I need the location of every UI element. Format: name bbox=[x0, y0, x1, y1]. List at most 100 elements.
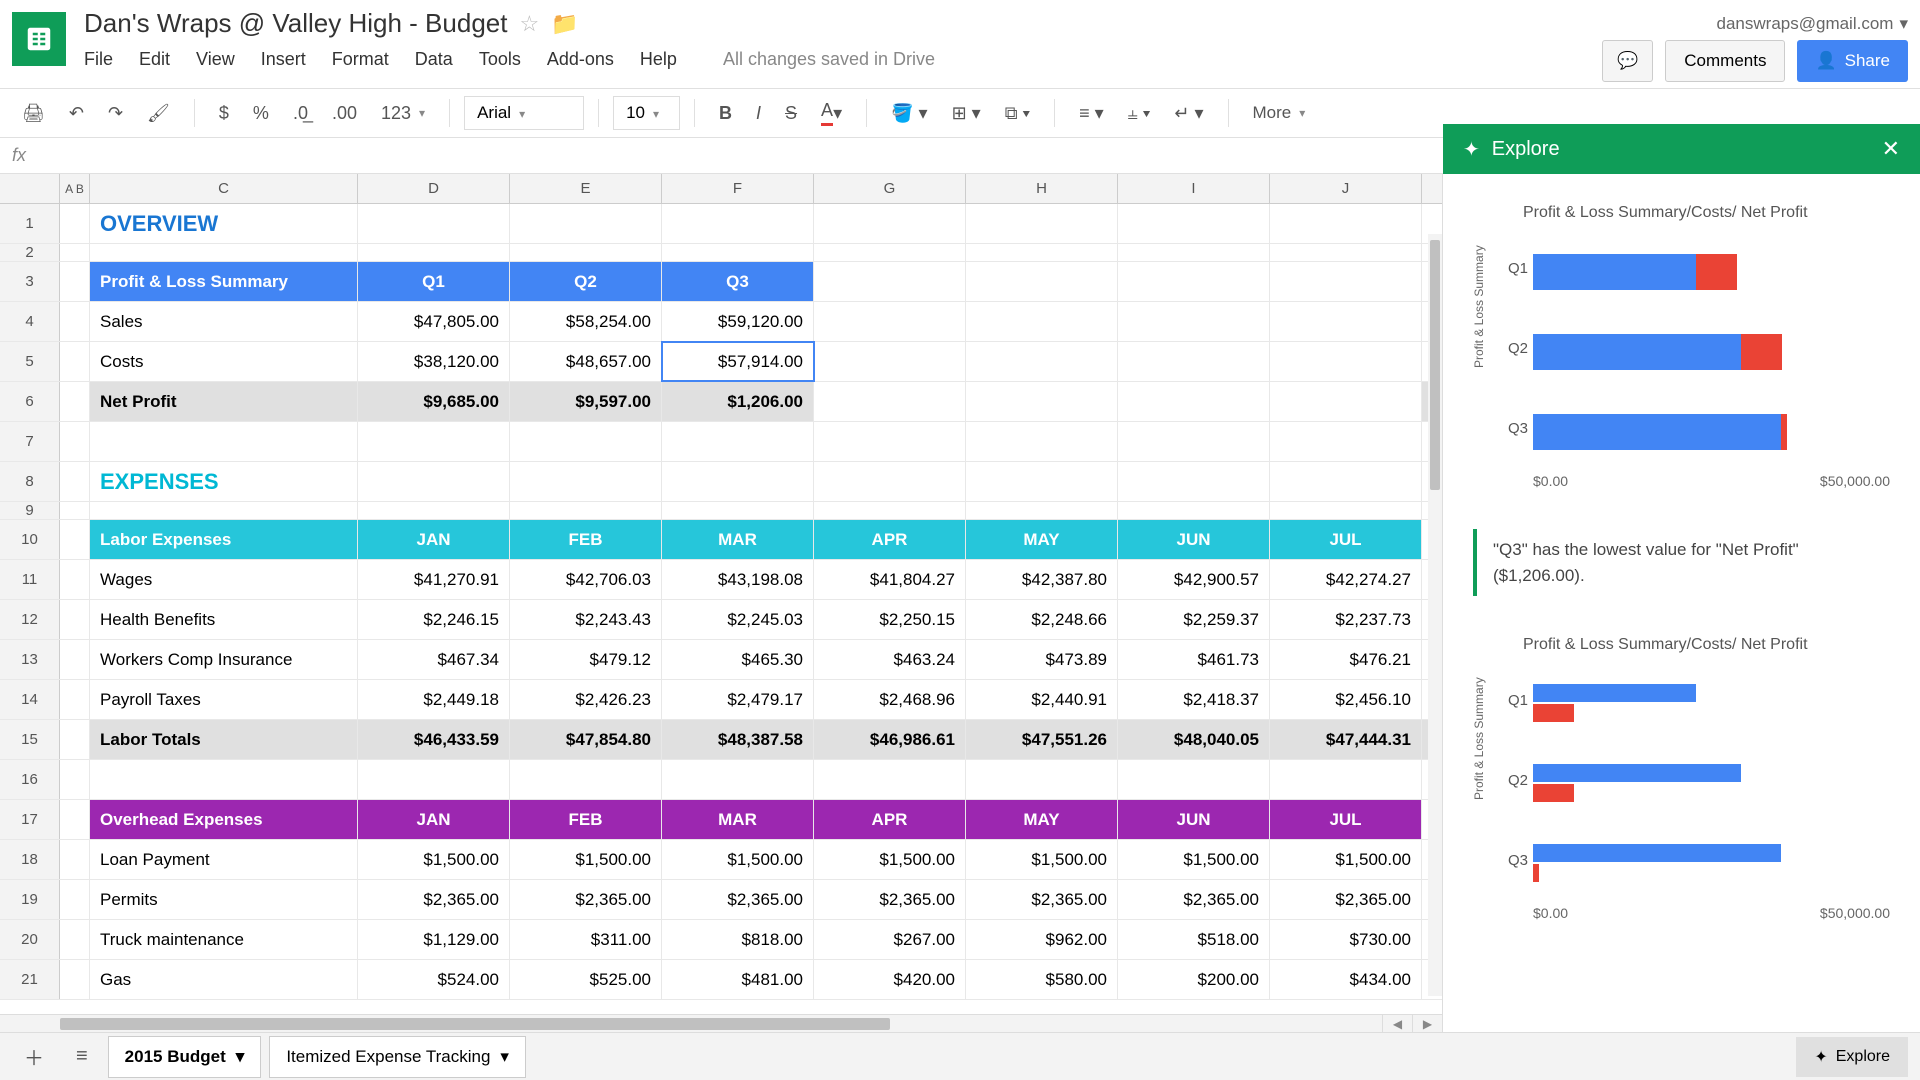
bold-icon[interactable]: B bbox=[709, 97, 742, 130]
borders-icon[interactable]: ⊞ ▾ bbox=[942, 97, 991, 130]
currency-icon[interactable]: $ bbox=[209, 97, 239, 130]
row-header[interactable]: 4 bbox=[0, 302, 60, 341]
wrap-icon[interactable]: ↵ ▾ bbox=[1164, 97, 1213, 130]
cell[interactable]: $47,444.31 bbox=[1270, 720, 1422, 759]
increase-decimal-icon[interactable]: .00 bbox=[322, 97, 367, 130]
section-title[interactable]: EXPENSES bbox=[90, 462, 358, 501]
col-header[interactable]: H bbox=[966, 174, 1118, 203]
strikethrough-icon[interactable]: S bbox=[775, 97, 807, 130]
col-header[interactable]: A B bbox=[60, 174, 90, 203]
row-header[interactable]: 17 bbox=[0, 800, 60, 839]
italic-icon[interactable]: I bbox=[746, 97, 771, 130]
cell[interactable]: Net Profit bbox=[90, 382, 358, 421]
fill-color-icon[interactable]: 🪣 ▾ bbox=[881, 97, 937, 130]
star-icon[interactable]: ☆ bbox=[519, 11, 539, 37]
menu-help[interactable]: Help bbox=[640, 49, 677, 70]
table-header[interactable]: JUN bbox=[1118, 800, 1270, 839]
cell[interactable]: $1,500.00 bbox=[662, 840, 814, 879]
close-icon[interactable]: ✕ bbox=[1882, 136, 1900, 162]
cell[interactable]: $2,365.00 bbox=[1270, 880, 1422, 919]
cell[interactable]: $46,986.61 bbox=[814, 720, 966, 759]
row-header[interactable]: 8 bbox=[0, 462, 60, 501]
number-format[interactable]: 123 bbox=[371, 97, 435, 130]
table-header[interactable]: Q2 bbox=[510, 262, 662, 301]
vertical-scrollbar[interactable] bbox=[1428, 234, 1442, 996]
row-header[interactable]: 18 bbox=[0, 840, 60, 879]
add-sheet-icon[interactable]: ＋ bbox=[12, 1034, 56, 1079]
cell[interactable]: $818.00 bbox=[662, 920, 814, 959]
cell[interactable]: $2,468.96 bbox=[814, 680, 966, 719]
col-header[interactable]: D bbox=[358, 174, 510, 203]
cell[interactable]: $1,500.00 bbox=[1118, 840, 1270, 879]
cell[interactable]: Truck maintenance bbox=[90, 920, 358, 959]
cell[interactable]: $2,365.00 bbox=[662, 880, 814, 919]
explore-chart-1[interactable]: Profit & Loss Summary/Costs/ Net Profit … bbox=[1473, 204, 1890, 489]
cell[interactable]: $2,259.37 bbox=[1118, 600, 1270, 639]
cell[interactable]: $518.00 bbox=[1118, 920, 1270, 959]
cell[interactable]: $58,254.00 bbox=[510, 302, 662, 341]
table-header[interactable]: MAY bbox=[966, 800, 1118, 839]
cell[interactable]: $1,129.00 bbox=[358, 920, 510, 959]
selected-cell[interactable]: $57,914.00 bbox=[662, 342, 814, 381]
cell[interactable]: $479.12 bbox=[510, 640, 662, 679]
row-header[interactable]: 6 bbox=[0, 382, 60, 421]
cell[interactable]: $962.00 bbox=[966, 920, 1118, 959]
cell[interactable]: $434.00 bbox=[1270, 960, 1422, 999]
menu-file[interactable]: File bbox=[84, 49, 113, 70]
cell[interactable]: $465.30 bbox=[662, 640, 814, 679]
cell[interactable]: $42,274.27 bbox=[1270, 560, 1422, 599]
cell[interactable]: $9,685.00 bbox=[358, 382, 510, 421]
cell[interactable]: $42,387.80 bbox=[966, 560, 1118, 599]
cell[interactable]: $1,500.00 bbox=[1270, 840, 1422, 879]
cell[interactable]: $2,479.17 bbox=[662, 680, 814, 719]
cell[interactable]: $461.73 bbox=[1118, 640, 1270, 679]
row-header[interactable]: 12 bbox=[0, 600, 60, 639]
cell[interactable]: $481.00 bbox=[662, 960, 814, 999]
cell[interactable]: $2,248.66 bbox=[966, 600, 1118, 639]
table-header[interactable]: JUL bbox=[1270, 520, 1422, 559]
cell[interactable]: $1,500.00 bbox=[358, 840, 510, 879]
cell[interactable]: $2,365.00 bbox=[1118, 880, 1270, 919]
select-all-corner[interactable] bbox=[0, 174, 60, 203]
sheet-tab[interactable]: Itemized Expense Tracking ▾ bbox=[269, 1036, 526, 1078]
cell[interactable]: Gas bbox=[90, 960, 358, 999]
cell[interactable]: $2,456.10 bbox=[1270, 680, 1422, 719]
cell[interactable]: $311.00 bbox=[510, 920, 662, 959]
all-sheets-icon[interactable]: ≡ bbox=[64, 1037, 100, 1076]
cell[interactable]: $200.00 bbox=[1118, 960, 1270, 999]
row-header[interactable]: 16 bbox=[0, 760, 60, 799]
user-email[interactable]: danswraps@gmail.com ▾ bbox=[1717, 14, 1908, 34]
cell[interactable]: $42,706.03 bbox=[510, 560, 662, 599]
cell[interactable]: $2,365.00 bbox=[358, 880, 510, 919]
grid-body[interactable]: 1 OVERVIEW 2 3 Profit & Loss Summary Q1 … bbox=[0, 204, 1442, 1014]
row-header[interactable]: 21 bbox=[0, 960, 60, 999]
cell[interactable]: $47,805.00 bbox=[358, 302, 510, 341]
explore-button[interactable]: ✦ Explore bbox=[1796, 1037, 1908, 1077]
cell[interactable]: $2,246.15 bbox=[358, 600, 510, 639]
menu-addons[interactable]: Add-ons bbox=[547, 49, 614, 70]
cell[interactable]: $1,500.00 bbox=[966, 840, 1118, 879]
cell[interactable]: $43,198.08 bbox=[662, 560, 814, 599]
col-header[interactable]: J bbox=[1270, 174, 1422, 203]
row-header[interactable]: 10 bbox=[0, 520, 60, 559]
cell[interactable]: $48,657.00 bbox=[510, 342, 662, 381]
chat-button[interactable]: 💬 bbox=[1602, 40, 1653, 82]
cell[interactable]: $38,120.00 bbox=[358, 342, 510, 381]
redo-icon[interactable]: ↷ bbox=[98, 97, 133, 130]
cell[interactable]: $9,597.00 bbox=[510, 382, 662, 421]
cell[interactable]: Labor Totals bbox=[90, 720, 358, 759]
cell[interactable]: $59,120.00 bbox=[662, 302, 814, 341]
cell[interactable]: $2,245.03 bbox=[662, 600, 814, 639]
cell[interactable]: $41,804.27 bbox=[814, 560, 966, 599]
percent-icon[interactable]: % bbox=[243, 97, 279, 130]
cell[interactable]: $2,449.18 bbox=[358, 680, 510, 719]
menu-tools[interactable]: Tools bbox=[479, 49, 521, 70]
col-header[interactable]: E bbox=[510, 174, 662, 203]
cell[interactable]: Permits bbox=[90, 880, 358, 919]
row-header[interactable]: 2 bbox=[0, 244, 60, 261]
cell[interactable]: $2,418.37 bbox=[1118, 680, 1270, 719]
more-button[interactable]: More bbox=[1243, 97, 1316, 129]
v-align-icon[interactable]: ⫨ ▾ bbox=[1118, 97, 1161, 130]
cell[interactable]: Wages bbox=[90, 560, 358, 599]
undo-icon[interactable]: ↶ bbox=[59, 97, 94, 130]
